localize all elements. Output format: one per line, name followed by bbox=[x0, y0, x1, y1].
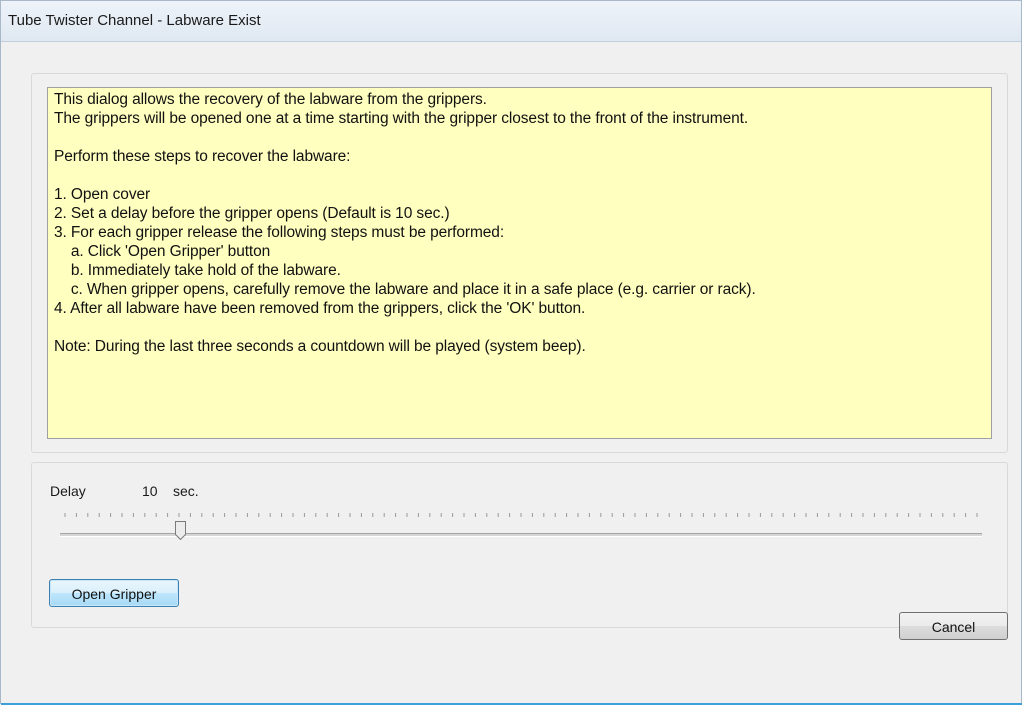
delay-value: 10 bbox=[142, 483, 158, 499]
instructions-group: This dialog allows the recovery of the l… bbox=[31, 73, 1008, 453]
delay-label: Delay bbox=[50, 483, 86, 499]
slider-thumb[interactable] bbox=[174, 521, 186, 540]
cancel-button[interactable]: Cancel bbox=[899, 612, 1008, 640]
instructions-text: This dialog allows the recovery of the l… bbox=[47, 87, 992, 439]
delay-unit: sec. bbox=[173, 483, 199, 499]
slider-track[interactable] bbox=[60, 533, 982, 537]
slider-ticks bbox=[64, 513, 978, 517]
dialog-body: This dialog allows the recovery of the l… bbox=[1, 42, 1021, 703]
title-bar[interactable]: Tube Twister Channel - Labware Exist bbox=[1, 1, 1021, 42]
delay-group: Delay 10 sec. Open Gripper bbox=[31, 462, 1008, 628]
delay-slider[interactable] bbox=[60, 511, 982, 551]
dialog-window: Tube Twister Channel - Labware Exist Thi… bbox=[0, 0, 1022, 705]
window-title: Tube Twister Channel - Labware Exist bbox=[8, 12, 261, 29]
open-gripper-button[interactable]: Open Gripper bbox=[49, 579, 179, 607]
